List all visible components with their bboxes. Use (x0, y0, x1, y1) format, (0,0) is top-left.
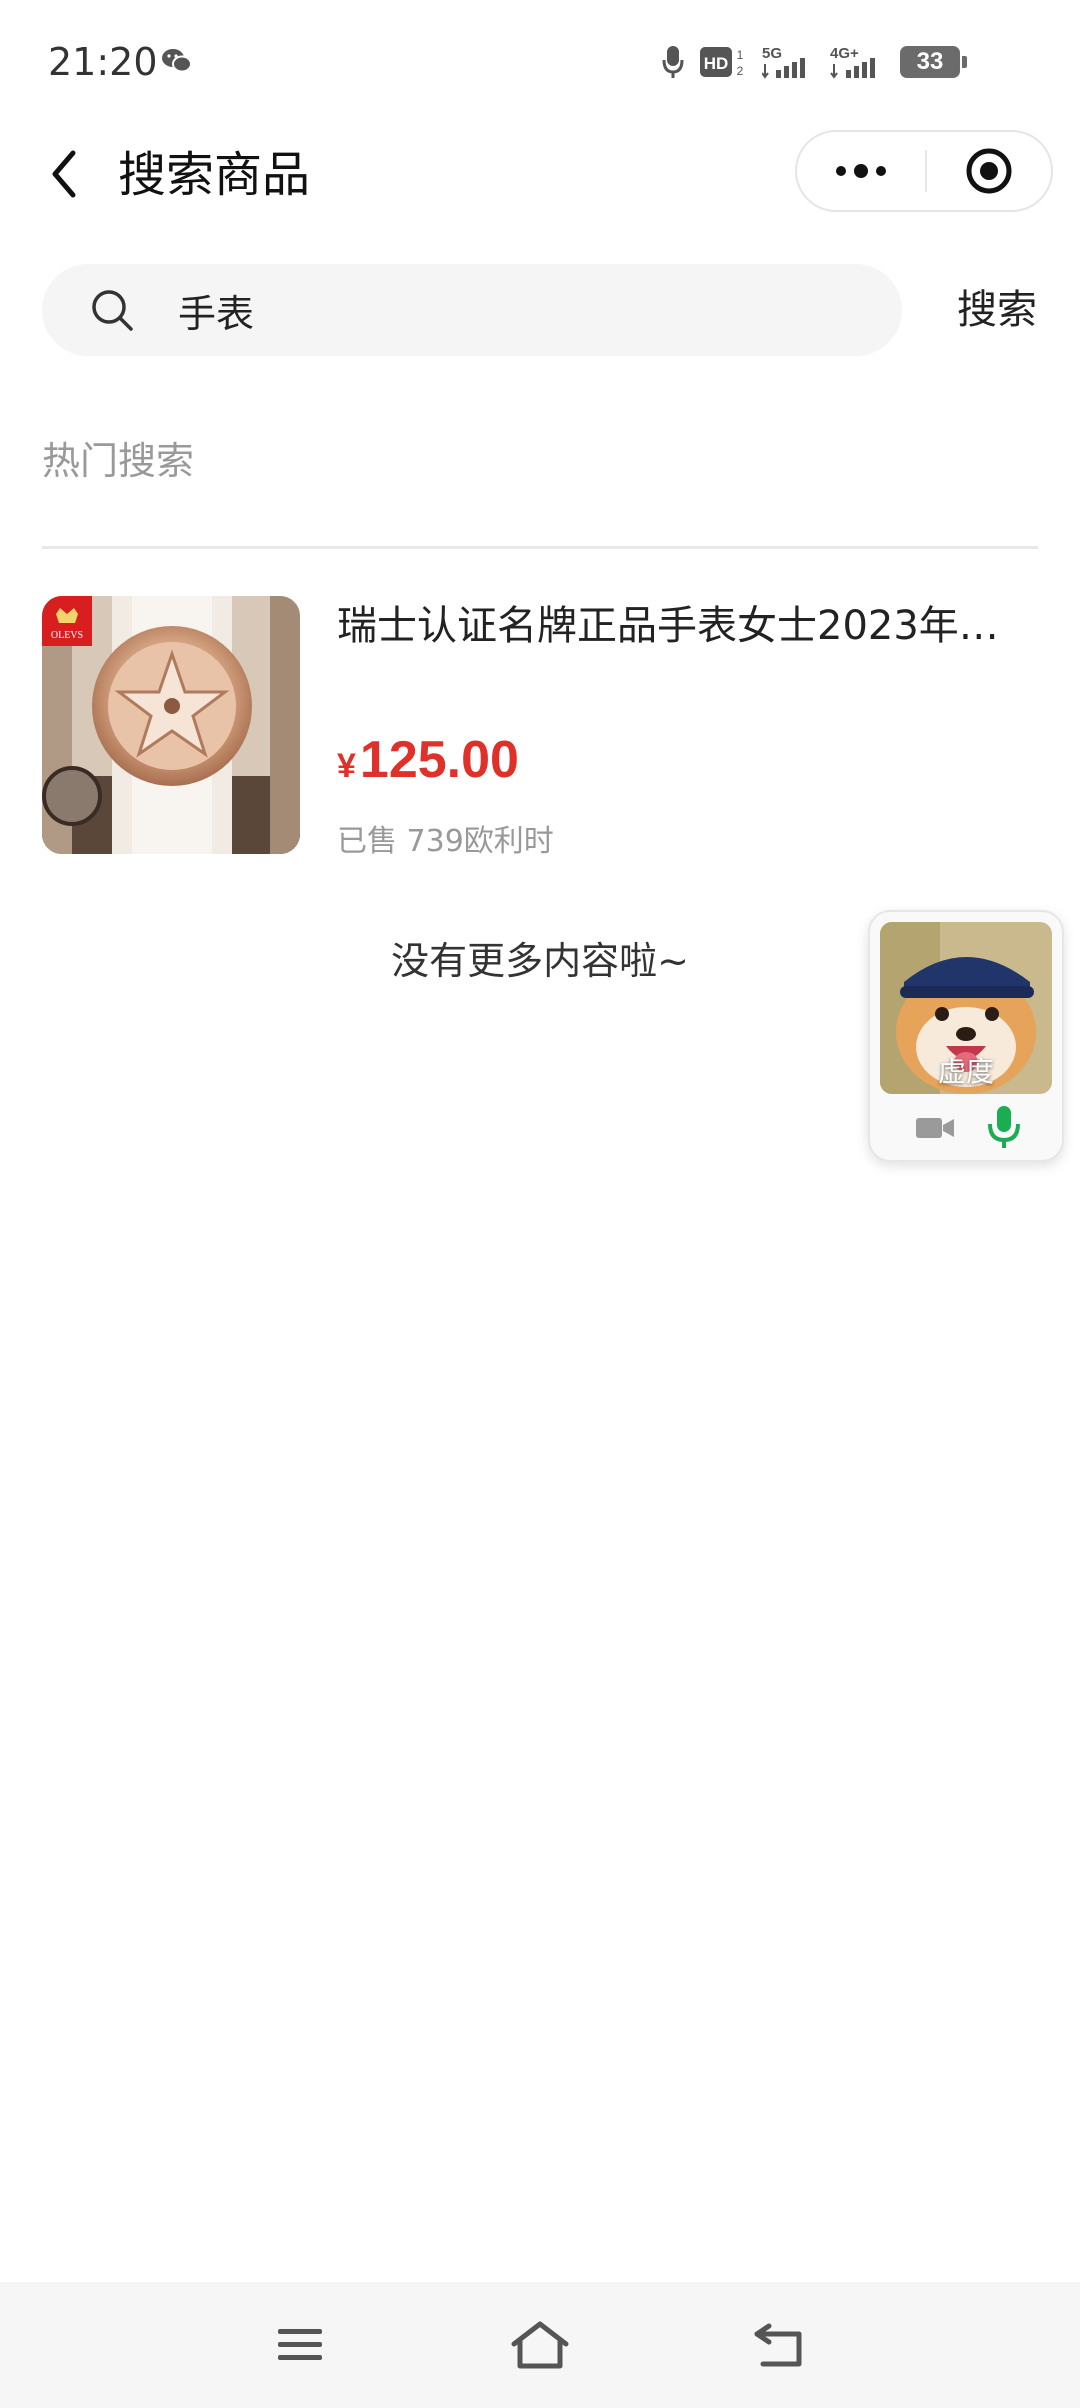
recent-apps-button[interactable] (265, 2310, 335, 2380)
caller-name: 虚度 (937, 1055, 994, 1088)
floating-call-widget[interactable]: 虚度 (868, 910, 1064, 1162)
page-title: 搜索商品 (118, 147, 311, 203)
back-button[interactable] (34, 144, 94, 204)
product-sold-info: 已售 739欧利时 (337, 824, 554, 859)
back-nav-button[interactable] (745, 2310, 815, 2380)
svg-text:4G+: 4G+ (830, 45, 859, 62)
product-image[interactable]: OLEVS (42, 596, 300, 854)
product-item[interactable]: OLEVS 瑞士认证名牌正品手表女士2023年新款 ¥125.00 已售 739… (42, 596, 1038, 859)
svg-text:5G: 5G (762, 45, 782, 62)
watch-image: OLEVS (42, 596, 300, 854)
close-mini-program-button[interactable] (927, 132, 1051, 210)
signal-5g-icon: 5G (762, 45, 805, 79)
search-input[interactable] (178, 264, 878, 356)
price-currency: ¥ (337, 747, 356, 785)
target-circle-icon (966, 148, 1012, 194)
search-icon (92, 290, 133, 331)
hot-search-title: 热门搜索 (42, 439, 195, 483)
battery-level: 33 (916, 48, 944, 75)
search-button[interactable]: 搜索 (932, 264, 1062, 356)
search-box[interactable] (42, 264, 902, 356)
product-title[interactable]: 瑞士认证名牌正品手表女士2023年新款 (337, 596, 1037, 656)
title-bar: 搜索商品 (0, 120, 1080, 230)
product-price: ¥125.00 (337, 730, 519, 790)
avatar[interactable]: 虚度 (880, 922, 1052, 1094)
svg-text:OLEVS: OLEVS (51, 630, 83, 641)
return-icon (754, 2323, 802, 2367)
signal-4g-icon: 4G+ (830, 45, 875, 79)
more-dots-icon (836, 164, 886, 178)
home-icon (511, 2321, 569, 2369)
hd-icon: HD 1 2 (700, 47, 744, 78)
system-nav-bar (0, 2282, 1080, 2408)
mini-program-capsule (795, 130, 1053, 212)
microphone-icon[interactable] (984, 1104, 1024, 1152)
mic-status-icon (662, 46, 684, 78)
home-button[interactable] (505, 2310, 575, 2380)
more-button[interactable] (797, 132, 925, 210)
price-value: 125.00 (359, 731, 519, 789)
svg-text:HD: HD (704, 54, 729, 73)
status-icons: HD 1 2 5G 4G+ 33 (662, 40, 967, 84)
divider (42, 546, 1038, 549)
status-bar: 21:20 HD 1 2 5G 4G+ 33 (0, 0, 1080, 120)
menu-icon (278, 2329, 322, 2360)
svg-text:1: 1 (737, 48, 744, 62)
status-time: 21:20 (48, 40, 158, 84)
wechat-icon (162, 49, 192, 73)
chevron-left-icon (52, 150, 76, 198)
battery-indicator: 33 (900, 46, 967, 78)
svg-text:2: 2 (737, 64, 744, 78)
video-camera-icon[interactable] (914, 1108, 958, 1148)
